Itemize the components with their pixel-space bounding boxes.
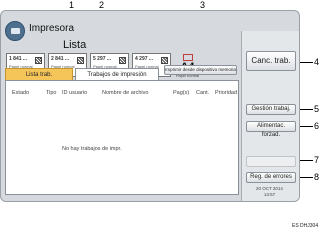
printer-screen: Impresora Lista 1 841 ... Papel normal 2… [0,10,300,202]
paper-warning-icon [182,54,193,61]
print-from-storage-button[interactable]: Imprimir desde dispositivo memoria [164,65,237,75]
column-type: Tipo [46,90,57,96]
column-priority: Prioridad [215,90,238,96]
error-log-button[interactable]: Reg. de errores [246,172,296,183]
callout-3: 3 [200,0,206,10]
tab-print-jobs[interactable]: Trabajos de impresión [75,68,159,80]
paper-tray-icon [77,57,84,64]
paper-tray-icon [161,57,168,64]
cancel-job-button[interactable]: Canc. trab. [246,51,296,71]
form-feed-button[interactable]: Alimentac. forzad. [246,121,296,138]
tray-2-size: 2 841 ... [51,56,70,62]
tray-1-size: 1 841 ... [9,56,28,62]
column-pages: Pag(s) [173,90,190,96]
callout-4: 4 [314,57,320,67]
column-status: Estado [12,90,30,96]
paper-tray-icon [119,57,126,64]
app-title: Impresora [29,23,75,34]
job-operation-button[interactable]: Gestión trabaj. [246,104,296,115]
disabled-button[interactable] [246,156,296,167]
empty-list-message: No hay trabajos de impr. [62,146,122,152]
screen-title: Lista [63,39,87,51]
job-list-table [5,80,239,195]
datetime-display: 20 OCT 2014 13:57 [256,186,283,198]
figure-code: ES DHJ304 [292,223,319,229]
printer-app-icon [5,21,25,41]
date-text: 20 OCT 2014 [256,186,283,191]
column-user-id: ID usuario [62,90,88,96]
callout-1: 1 [69,0,75,10]
tray-4-size: 4 297 ... [135,56,154,62]
tray-3-size: 5 297 ... [93,56,112,62]
callout-8: 8 [314,172,320,182]
time-text: 13:57 [263,192,276,197]
column-file-name: Nombre de archivo [102,90,149,96]
callout-5: 5 [314,104,320,114]
tab-job-list[interactable]: Lista trab. [5,68,73,80]
column-quantity: Cant. [196,90,210,96]
paper-tray-icon [35,57,42,64]
callout-6: 6 [314,121,320,131]
callout-7: 7 [314,155,320,165]
callout-2: 2 [99,0,105,10]
